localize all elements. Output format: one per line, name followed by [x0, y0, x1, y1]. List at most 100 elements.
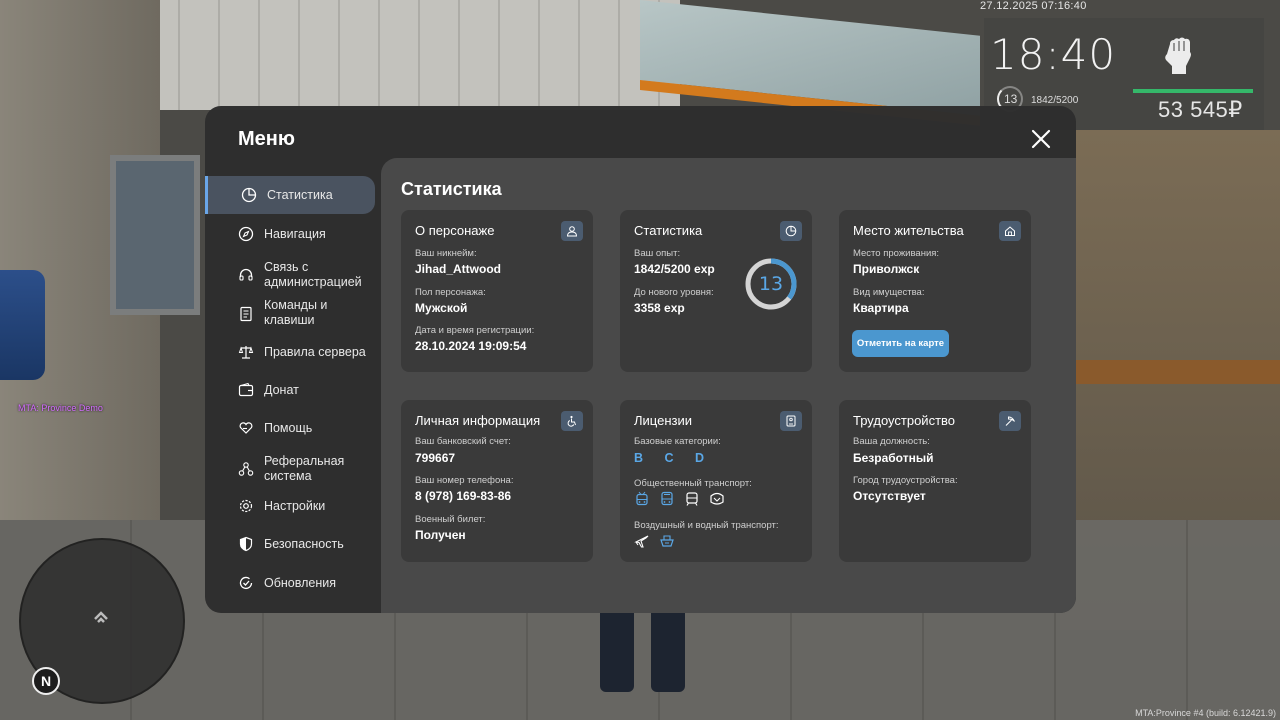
card-title: Личная информация [415, 413, 541, 428]
wheelchair-icon [561, 411, 583, 431]
military-value: Получен [415, 528, 466, 542]
bank-label: Ваш банковский счет: [415, 436, 511, 447]
pickaxe-icon [999, 411, 1021, 431]
plane-icon [634, 533, 650, 549]
public-transport-label: Общественный транспорт: [634, 478, 752, 489]
compass-icon [238, 226, 254, 242]
heart-hand-icon [238, 420, 254, 436]
next-level-value: 3358 exp [634, 301, 685, 315]
compass-north: N [32, 667, 60, 695]
job-city-label: Город трудоустройства: [853, 475, 958, 486]
next-level-label: До нового уровня: [634, 287, 714, 298]
tram-icon [684, 491, 700, 507]
sidebar-item-label: Безопасность [264, 537, 344, 551]
sidebar-item-label: Команды и клавиши [264, 298, 328, 327]
sidebar-item-admin-contact[interactable]: Связь с администрацией [205, 258, 375, 292]
sidebar-item-security[interactable]: Безопасность [205, 534, 375, 554]
sidebar-item-label: Связь с администрацией [264, 260, 362, 289]
air-water-transport-icons [634, 533, 675, 549]
card-title: Лицензии [634, 413, 692, 428]
job-position-label: Ваша должность: [853, 436, 930, 447]
document-icon [238, 306, 254, 322]
job-position-value: Безработный [853, 451, 934, 465]
mark-on-map-button[interactable]: Отметить на карте [852, 330, 949, 357]
chart-icon [241, 187, 257, 203]
wall-rail [1060, 360, 1280, 384]
chart-icon [780, 221, 802, 241]
stats-card: Статистика Ваш опыт: 1842/5200 exp До но… [620, 210, 812, 372]
property-type-label: Вид имущества: [853, 287, 925, 298]
hud-datetime: 27.12.2025 07:16:40 [980, 0, 1087, 12]
air-water-transport-label: Воздушный и водный транспорт: [634, 520, 779, 531]
sidebar-item-label: Статистика [267, 188, 333, 202]
wallet-icon [238, 382, 254, 398]
sidebar-item-help[interactable]: Помощь [205, 418, 375, 438]
personal-info-card: Личная информация Ваш банковский счет: 7… [401, 400, 593, 562]
metro-icon [709, 491, 725, 507]
residence-place-label: Место проживания: [853, 248, 940, 259]
fist-icon [1162, 34, 1198, 74]
menu-title: Меню [238, 128, 295, 150]
job-city-value: Отсутствует [853, 489, 926, 503]
gender-label: Пол персонажа: [415, 287, 486, 298]
user-icon [561, 221, 583, 241]
blue-pillar [0, 270, 45, 380]
close-button[interactable] [1030, 128, 1052, 150]
sidebar-item-rules[interactable]: Правила сервера [205, 342, 375, 362]
registration-label: Дата и время регистрации: [415, 325, 535, 336]
sidebar-item-donate[interactable]: Донат [205, 380, 375, 400]
content-panel: Статистика О персонаже Ваш никнейм: Jiha… [381, 158, 1076, 613]
hud-level: 13 [1004, 92, 1018, 106]
hud-clock: 18:40 [990, 30, 1117, 79]
licenses-card: Лицензии Базовые категории: B C D Общест… [620, 400, 812, 562]
bank-value: 799667 [415, 451, 456, 465]
gender-value: Мужской [415, 301, 468, 315]
sidebar-item-updates[interactable]: Обновления [205, 573, 375, 593]
character-card: О персонаже Ваш никнейм: Jihad_Attwood П… [401, 210, 593, 372]
server-tag: MTA: Province Demo [18, 403, 103, 413]
residence-place-value: Приволжск [853, 262, 920, 276]
level-value: 13 [758, 273, 784, 295]
hud-exp: 1842/5200 [1031, 95, 1079, 106]
sidebar-item-label: Правила сервера [264, 345, 366, 359]
headset-icon [238, 267, 254, 283]
trolleybus-icon [634, 491, 650, 507]
menu-window: Меню Статистика Навигация Связь с админи… [205, 106, 1076, 613]
nickname-value: Jihad_Attwood [415, 262, 501, 276]
refresh-icon [238, 575, 254, 591]
referral-icon [238, 461, 254, 477]
sidebar-item-navigation[interactable]: Навигация [205, 224, 375, 244]
door [110, 155, 200, 315]
card-title: Статистика [634, 223, 703, 238]
close-icon [1031, 129, 1051, 149]
basic-categories-value: B C D [634, 451, 714, 465]
gear-icon [238, 498, 254, 514]
sidebar-item-label: Навигация [264, 227, 326, 241]
sidebar-item-label: Донат [264, 383, 299, 397]
hud-money: 53 545₽ [1158, 97, 1243, 122]
sidebar-item-label: Помощь [264, 421, 313, 435]
player-arrow-icon [94, 611, 108, 623]
sidebar-item-settings[interactable]: Настройки [205, 496, 375, 516]
sidebar-item-statistics[interactable]: Статистика [205, 176, 375, 214]
card-title: Трудоустройство [853, 413, 956, 428]
id-card-icon [780, 411, 802, 431]
sidebar-item-label: Реферальная система [264, 454, 345, 483]
phone-value: 8 (978) 169-83-86 [415, 489, 512, 503]
property-type-value: Квартира [853, 301, 909, 315]
residence-card: Место жительства Место проживания: Приво… [839, 210, 1031, 372]
exp-label: Ваш опыт: [634, 248, 681, 259]
build-info: MTA:Province #4 (build: 6.12421.9) [1135, 708, 1276, 718]
public-transport-icons [634, 491, 725, 507]
bus-icon [659, 491, 675, 507]
registration-value: 28.10.2024 19:09:54 [415, 339, 527, 353]
sidebar-item-label: Обновления [264, 576, 336, 590]
card-title: Место жительства [853, 223, 964, 238]
sidebar-item-commands[interactable]: Команды и клавиши [205, 296, 375, 330]
scales-icon [238, 344, 254, 360]
phone-label: Ваш номер телефона: [415, 475, 514, 486]
player-legs [600, 612, 685, 692]
sidebar-item-referral[interactable]: Реферальная система [205, 452, 375, 486]
nickname-label: Ваш никнейм: [415, 248, 477, 259]
exp-value: 1842/5200 exp [634, 262, 715, 276]
